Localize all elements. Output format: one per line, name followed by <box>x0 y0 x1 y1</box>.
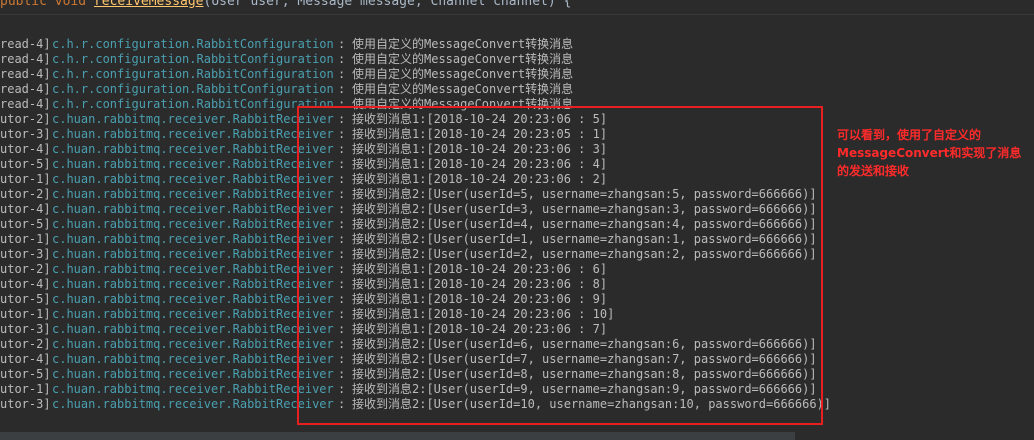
log-logger: c.h.r.configuration.RabbitConfiguration <box>52 97 334 111</box>
log-thread: read-4] <box>0 52 51 66</box>
log-logger: c.huan.rabbitmq.receiver.RabbitReceiver <box>52 277 334 291</box>
log-logger: c.huan.rabbitmq.receiver.RabbitReceiver <box>52 382 334 396</box>
log-thread: read-4] <box>0 67 51 81</box>
log-thread: read-4] <box>0 97 51 111</box>
log-logger: c.huan.rabbitmq.receiver.RabbitReceiver <box>52 352 334 366</box>
log-logger: c.h.r.configuration.RabbitConfiguration <box>52 82 334 96</box>
log-logger: c.h.r.configuration.RabbitConfiguration <box>52 37 334 51</box>
log-logger: c.huan.rabbitmq.receiver.RabbitReceiver <box>52 202 334 216</box>
log-row[interactable]: read-4] c.h.r.configuration.RabbitConfigu… <box>0 37 1034 52</box>
log-separator: : <box>338 67 346 81</box>
log-thread: utor-2] <box>0 262 51 276</box>
log-row[interactable]: read-4] c.h.r.configuration.RabbitConfigu… <box>0 82 1034 97</box>
log-thread: read-4] <box>0 37 51 51</box>
log-separator: : <box>338 82 346 96</box>
log-thread: utor-1] <box>0 172 51 186</box>
panel-divider <box>0 14 1034 15</box>
log-separator: : <box>338 37 346 51</box>
log-thread: utor-4] <box>0 352 51 366</box>
log-logger: c.huan.rabbitmq.receiver.RabbitReceiver <box>52 217 334 231</box>
log-logger: c.huan.rabbitmq.receiver.RabbitReceiver <box>52 307 334 321</box>
log-logger: c.huan.rabbitmq.receiver.RabbitReceiver <box>52 187 334 201</box>
log-thread: utor-5] <box>0 217 51 231</box>
log-logger: c.huan.rabbitmq.receiver.RabbitReceiver <box>52 157 334 171</box>
log-thread: utor-2] <box>0 112 51 126</box>
log-message: 使用自定义的MessageConvert转换消息 <box>352 82 574 96</box>
log-logger: c.huan.rabbitmq.receiver.RabbitReceiver <box>52 127 334 141</box>
log-row[interactable]: read-4] c.h.r.configuration.RabbitConfigu… <box>0 52 1034 67</box>
log-logger: c.huan.rabbitmq.receiver.RabbitReceiver <box>52 112 334 126</box>
log-thread: utor-4] <box>0 142 51 156</box>
log-thread: read-4] <box>0 82 51 96</box>
log-logger: c.h.r.configuration.RabbitConfiguration <box>52 67 334 81</box>
log-thread: utor-1] <box>0 307 51 321</box>
log-thread: utor-2] <box>0 337 51 351</box>
log-logger: c.huan.rabbitmq.receiver.RabbitReceiver <box>52 247 334 261</box>
scrollbar-thumb[interactable] <box>0 432 795 440</box>
log-thread: utor-5] <box>0 157 51 171</box>
log-logger: c.h.r.configuration.RabbitConfiguration <box>52 52 334 66</box>
log-logger: c.huan.rabbitmq.receiver.RabbitReceiver <box>52 367 334 381</box>
log-logger: c.huan.rabbitmq.receiver.RabbitReceiver <box>52 397 334 411</box>
code-editor-line[interactable]: public void receiveMessage(User user, Me… <box>0 0 1034 14</box>
horizontal-scrollbar[interactable] <box>0 432 1034 440</box>
log-separator: : <box>338 52 346 66</box>
log-logger: c.huan.rabbitmq.receiver.RabbitReceiver <box>52 322 334 336</box>
log-thread: utor-2] <box>0 187 51 201</box>
code-text[interactable]: public void receiveMessage(User user, Me… <box>0 0 571 9</box>
log-logger: c.huan.rabbitmq.receiver.RabbitReceiver <box>52 337 334 351</box>
log-thread: utor-3] <box>0 247 51 261</box>
log-row[interactable]: read-4] c.h.r.configuration.RabbitConfigu… <box>0 67 1034 82</box>
log-logger: c.huan.rabbitmq.receiver.RabbitReceiver <box>52 232 334 246</box>
log-logger: c.huan.rabbitmq.receiver.RabbitReceiver <box>52 142 334 156</box>
log-thread: utor-5] <box>0 292 51 306</box>
log-thread: utor-1] <box>0 232 51 246</box>
log-logger: c.huan.rabbitmq.receiver.RabbitReceiver <box>52 262 334 276</box>
log-thread: utor-5] <box>0 367 51 381</box>
log-thread: utor-4] <box>0 202 51 216</box>
log-logger: c.huan.rabbitmq.receiver.RabbitReceiver <box>52 172 334 186</box>
annotation-text: 可以看到，使用了自定义的MessageConvert和实现了消息的发送和接收 <box>837 128 1022 178</box>
log-thread: utor-3] <box>0 397 51 411</box>
log-thread: utor-1] <box>0 382 51 396</box>
log-thread: utor-4] <box>0 277 51 291</box>
log-thread: utor-3] <box>0 127 51 141</box>
log-thread: utor-3] <box>0 322 51 336</box>
log-message: 使用自定义的MessageConvert转换消息 <box>352 67 574 81</box>
log-message: 使用自定义的MessageConvert转换消息 <box>352 52 574 66</box>
log-logger: c.huan.rabbitmq.receiver.RabbitReceiver <box>52 292 334 306</box>
highlight-box <box>297 106 823 425</box>
log-message: 使用自定义的MessageConvert转换消息 <box>352 37 574 51</box>
